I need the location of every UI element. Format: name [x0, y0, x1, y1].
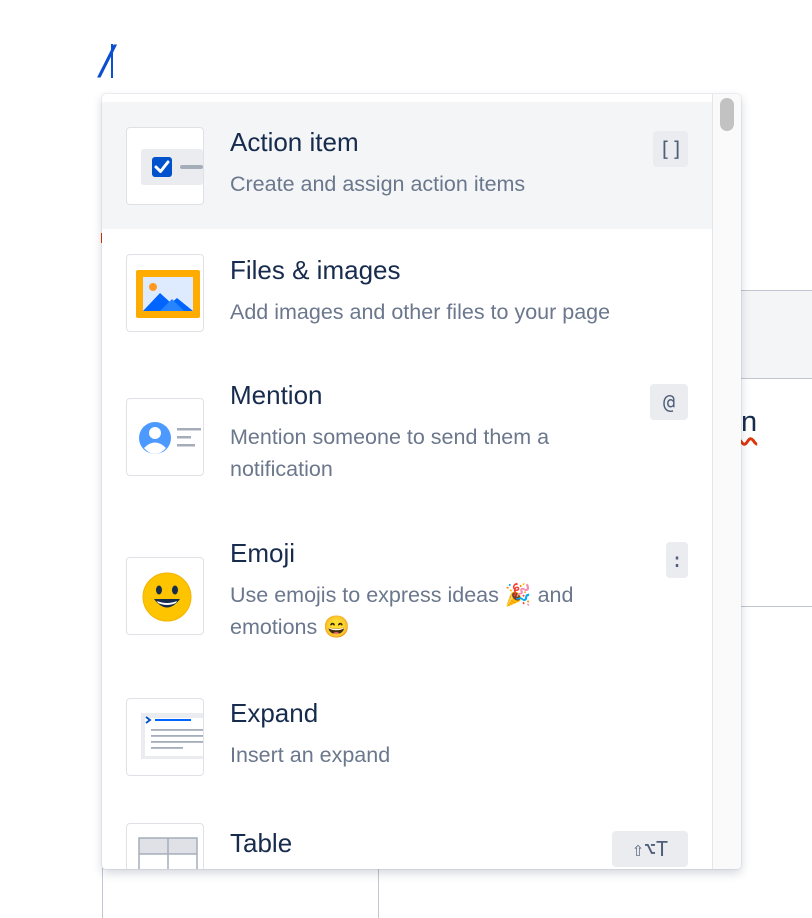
menu-item-emoji[interactable]: Emoji Use emojis to express ideas 🎉 and …	[102, 512, 712, 672]
background-table-border	[740, 606, 812, 607]
menu-item-title: Files & images	[230, 255, 401, 285]
action-item-checkbox-icon	[126, 127, 204, 205]
background-table-header	[740, 291, 812, 378]
background-table-border	[378, 868, 379, 918]
shortcut-badge: :	[666, 542, 688, 578]
text-cursor	[111, 44, 113, 78]
menu-item-title: Table	[230, 828, 293, 858]
scrollbar[interactable]	[712, 94, 741, 869]
menu-item-files-images[interactable]: Files & images Add images and other file…	[102, 229, 712, 354]
menu-item-title: Action item	[230, 127, 359, 157]
menu-item-mention[interactable]: Mention Mention someone to send them a n…	[102, 354, 712, 512]
image-icon	[126, 254, 204, 332]
smiley-emoji-icon	[126, 557, 204, 635]
menu-item-title: Emoji	[230, 538, 296, 568]
scrollbar-thumb[interactable]	[720, 98, 734, 131]
background-table-border	[740, 378, 812, 379]
shortcut-badge: ⇧⌥T	[612, 831, 688, 867]
menu-item-title: Mention	[230, 380, 323, 410]
shortcut-badge: []	[653, 131, 688, 167]
menu-item-description: Use emojis to express ideas 🎉 and emotio…	[230, 583, 574, 639]
menu-item-description: Create and assign action items	[230, 172, 526, 196]
table-icon	[126, 823, 204, 869]
expand-icon	[126, 698, 204, 776]
menu-item-description: Mention someone to send them a notificat…	[230, 425, 550, 481]
menu-item-description: Insert an expand	[230, 743, 391, 767]
background-table-border	[102, 868, 103, 918]
menu-item-title: Expand	[230, 698, 319, 728]
menu-item-description: Add images and other files to your page	[230, 300, 611, 324]
menu-item-expand[interactable]: Expand Insert an expand	[102, 672, 712, 797]
menu-item-table[interactable]: Table ⇧⌥T	[102, 797, 712, 869]
mention-user-icon	[126, 398, 204, 476]
shortcut-badge: @	[650, 384, 688, 420]
background-table-text: n	[741, 406, 758, 438]
menu-item-action-item[interactable]: Action item Create and assign action ite…	[102, 102, 712, 229]
slash-command-menu: Action item Create and assign action ite…	[102, 94, 741, 869]
